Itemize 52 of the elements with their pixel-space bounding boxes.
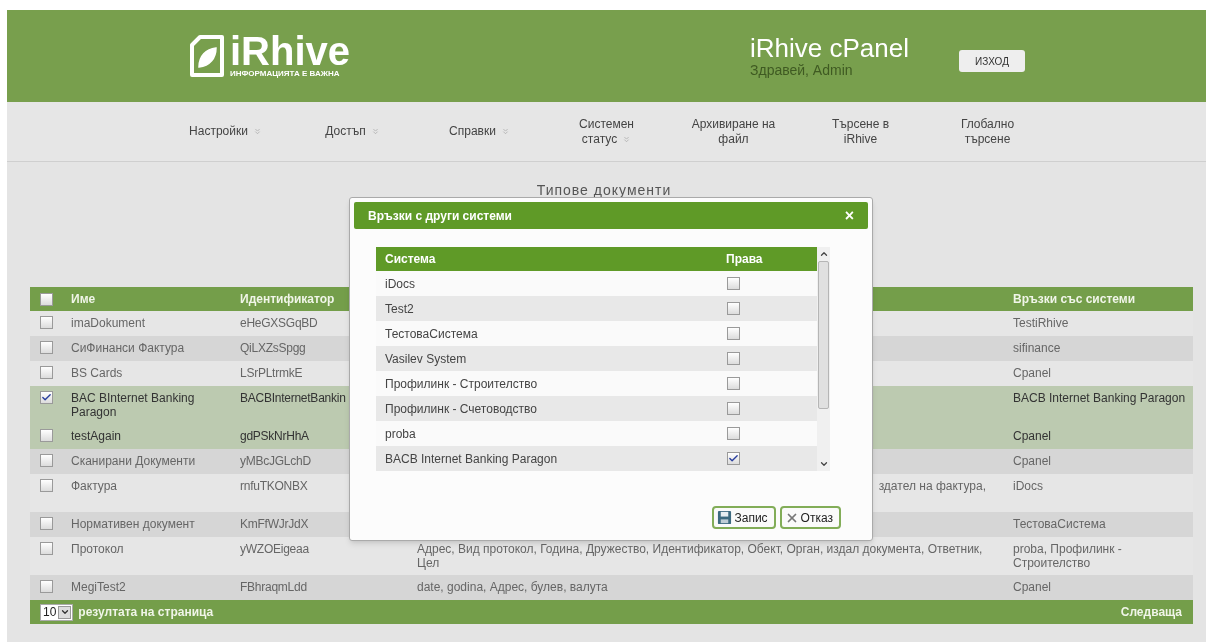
table-cell: iDocs <box>1013 479 1043 493</box>
table-cell: date, godina, Адрес, булев, валута <box>417 580 608 594</box>
table-cell: Сканирани Документи <box>71 454 196 468</box>
table-cell: testAgain <box>71 429 122 443</box>
column-header: Идентификатор <box>240 291 335 308</box>
table-cell: Фактура <box>71 479 118 493</box>
panel-title: iRhive cPanel <box>750 34 910 62</box>
table-cell: gdPSkNrHhA <box>240 429 309 443</box>
table-cell: Cpanel <box>1013 429 1052 443</box>
page-title: Типове документи <box>536 181 672 200</box>
table-cell: eHeGXSGqBD <box>240 316 318 330</box>
table-cell: sifinance <box>1013 341 1061 355</box>
column-header: Права <box>725 251 763 268</box>
table-cell: Cpanel <box>1013 454 1052 468</box>
table-cell: FBhraqmLdd <box>240 580 307 594</box>
table-cell-text: Профилинк - Счетоводство <box>385 400 537 418</box>
logo-name: iRhive <box>230 33 351 69</box>
table-cell: BACB Internet Banking Paragon <box>1013 391 1186 405</box>
table-cell: ТестоваСистема <box>1013 517 1106 531</box>
table-cell-text: Vasilev System <box>385 350 467 368</box>
table-cell: BS Cards <box>71 366 123 380</box>
table-cell-text: proba <box>385 425 416 443</box>
table-cell: Нормативен документ <box>71 517 195 531</box>
table-cell: QiLXZsSpgg <box>240 341 306 355</box>
table-cell-text: BAC BInternet Banking Paragon <box>71 391 196 419</box>
table-cell: здател на фактура, <box>878 479 986 493</box>
table-cell-text: ТестоваСистема <box>385 325 478 343</box>
dialog-title: Връзки с други системи <box>368 207 512 225</box>
table-cell: rnfuTKONBX <box>240 479 308 493</box>
table-cell-text: iDocs <box>385 275 415 293</box>
table-cell: yWZOEigeaa <box>240 542 309 556</box>
table-cell: Протокол <box>71 542 124 556</box>
table-cell: yMBcJGLchD <box>240 454 311 468</box>
page-size-label: резултата на страница <box>78 604 214 621</box>
table-cell-text: Test2 <box>385 300 414 318</box>
logo-tagline: ИНФОРМАЦИЯТА Е ВАЖНА <box>230 69 341 79</box>
table-cell: СиФинанси Фактура <box>71 341 185 355</box>
greeting: Здравей, Admin <box>750 62 854 78</box>
table-cell: BACBInternetBankin <box>240 391 346 405</box>
table-cell-text: BACB Internet Banking Paragon <box>385 450 558 468</box>
table-cell: KmFfWJrJdX <box>240 517 309 531</box>
table-cell-text: Адрес, Вид протокол, Година, Дружество, Идентификатор, Обект, Орган, издал документа, Ответник, Цел <box>417 542 984 570</box>
column-header: Връзки със системи <box>1013 291 1136 308</box>
table-cell: Cpanel <box>1013 580 1052 594</box>
table-cell: MegiTest2 <box>71 580 126 594</box>
table-cell: Cpanel <box>1013 366 1052 380</box>
column-header: Име <box>71 291 96 308</box>
table-cell-text: proba, Профилинк - Строителство <box>1013 542 1123 570</box>
column-header: Система <box>384 251 437 268</box>
table-cell: LSrPLtrmkE <box>240 366 303 380</box>
table-cell: imaDokument <box>71 316 146 330</box>
table-cell: TestiRhive <box>1013 316 1069 330</box>
